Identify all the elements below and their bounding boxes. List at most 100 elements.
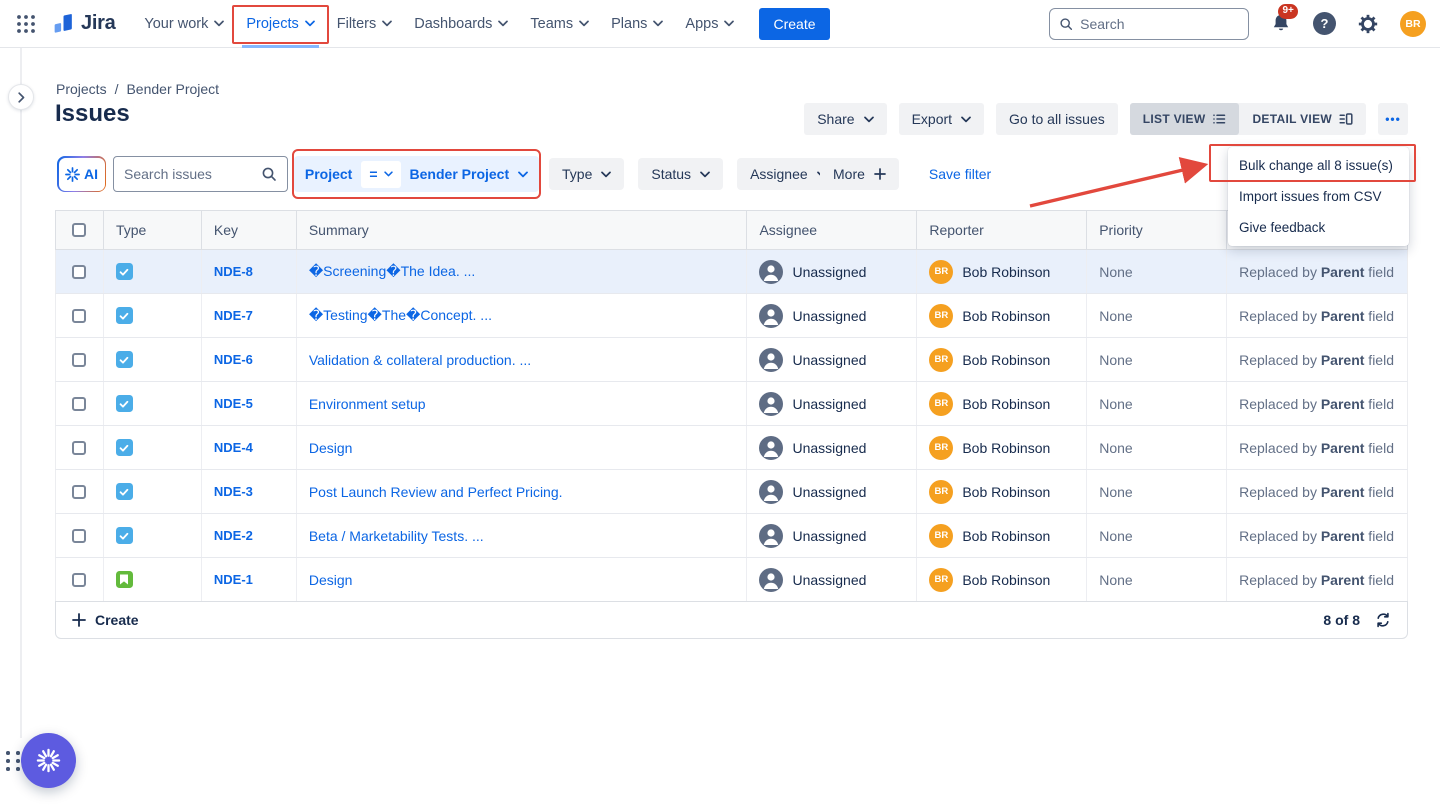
filter-chip[interactable]: Status <box>638 158 723 190</box>
nav-item[interactable]: Teams <box>519 0 600 48</box>
row-checkbox[interactable] <box>72 265 86 279</box>
save-filter-link[interactable]: Save filter <box>929 166 991 182</box>
go-to-all-issues-button[interactable]: Go to all issues <box>996 103 1118 135</box>
issue-summary-link[interactable]: Post Launch Review and Perfect Pricing. <box>309 484 563 500</box>
app-switcher-icon[interactable] <box>14 12 38 36</box>
user-avatar[interactable]: BR <box>1400 11 1426 37</box>
menu-item[interactable]: Give feedback <box>1228 212 1409 243</box>
table-row[interactable]: NDE-5 Environment setup Unassigned BR Bo… <box>55 382 1408 426</box>
table-row[interactable]: NDE-1 Design Unassigned BR Bob Robinson … <box>55 558 1408 602</box>
filter-bar: AI Project = Bender Project Type Status <box>0 150 1440 198</box>
search-icon <box>1059 16 1073 32</box>
parent-field-note: Replaced by Parent field <box>1239 308 1394 324</box>
issue-key-link[interactable]: NDE-1 <box>214 572 253 587</box>
create-button[interactable]: Create <box>759 8 829 40</box>
global-search-input[interactable] <box>1080 16 1239 32</box>
create-issue-button[interactable]: Create <box>72 612 139 628</box>
issue-summary-link[interactable]: �Screening�The Idea. ... <box>309 263 475 280</box>
row-checkbox[interactable] <box>72 441 86 455</box>
issue-summary-link[interactable]: �Testing�The�Concept. ... <box>309 307 492 324</box>
project-filter-operator[interactable]: = <box>361 161 400 188</box>
issue-key-link[interactable]: NDE-8 <box>214 264 253 279</box>
nav-item[interactable]: Apps <box>674 0 745 48</box>
row-checkbox[interactable] <box>72 309 86 323</box>
issue-summary-link[interactable]: Validation & collateral production. ... <box>309 352 531 368</box>
nav-item[interactable]: Plans <box>600 0 674 48</box>
menu-item[interactable]: Import issues from CSV <box>1228 181 1409 212</box>
filter-chip[interactable]: Type <box>549 158 624 190</box>
parent-field-note: Replaced by Parent field <box>1239 264 1394 280</box>
ai-button[interactable]: AI <box>57 156 106 192</box>
issue-type-icon <box>116 483 133 500</box>
nav-item[interactable]: Dashboards <box>403 0 519 48</box>
detail-view-tab[interactable]: DETAIL VIEW <box>1239 103 1366 135</box>
global-search[interactable] <box>1049 8 1249 40</box>
reporter-avatar: BR <box>929 260 953 284</box>
unassigned-avatar-icon <box>759 568 783 592</box>
row-checkbox[interactable] <box>72 573 86 587</box>
issue-summary-link[interactable]: Beta / Marketability Tests. ... <box>309 528 484 544</box>
row-checkbox[interactable] <box>72 397 86 411</box>
issue-key-link[interactable]: NDE-4 <box>214 440 253 455</box>
notifications-button[interactable]: 9+ <box>1269 12 1293 36</box>
list-view-icon <box>1212 112 1226 126</box>
column-header-reporter[interactable]: Reporter <box>917 211 1087 249</box>
reporter-avatar: BR <box>929 568 953 592</box>
search-issues-field[interactable] <box>113 156 288 192</box>
row-checkbox[interactable] <box>72 353 86 367</box>
more-actions-menu: Bulk change all 8 issue(s) Import issues… <box>1228 147 1409 246</box>
issue-summary-link[interactable]: Design <box>309 572 353 588</box>
column-header-assignee[interactable]: Assignee <box>747 211 917 249</box>
assignee-name: Unassigned <box>792 352 866 368</box>
jira-logo[interactable]: Jira <box>51 11 115 36</box>
chevron-right-icon <box>18 92 25 103</box>
row-checkbox[interactable] <box>72 485 86 499</box>
drag-handle-dots[interactable] <box>6 751 22 771</box>
plus-icon <box>874 168 886 180</box>
more-filters-chip[interactable]: More <box>820 158 899 190</box>
column-header-priority[interactable]: Priority <box>1087 211 1227 249</box>
issue-type-icon <box>116 395 133 412</box>
sidebar-expand-button[interactable] <box>8 84 34 110</box>
list-view-tab[interactable]: LIST VIEW <box>1130 103 1240 135</box>
menu-item[interactable]: Bulk change all 8 issue(s) <box>1228 150 1409 181</box>
breadcrumb-project-link[interactable]: Bender Project <box>126 81 219 97</box>
breadcrumb-projects-link[interactable]: Projects <box>56 81 107 97</box>
column-header-key[interactable]: Key <box>202 211 297 249</box>
issue-summary-link[interactable]: Environment setup <box>309 396 426 412</box>
more-actions-button[interactable]: ••• <box>1378 103 1408 135</box>
refresh-button[interactable] <box>1375 612 1391 628</box>
chevron-down-icon <box>214 20 224 27</box>
nav-menu: Your work Projects Filters Dashboards <box>133 0 745 48</box>
issue-key-link[interactable]: NDE-6 <box>214 352 253 367</box>
nav-item[interactable]: Filters <box>326 0 403 48</box>
table-row[interactable]: NDE-8 �Screening�The Idea. ... Unassigne… <box>55 250 1408 294</box>
annotation-box-project-filter: Project = Bender Project <box>292 149 541 199</box>
table-row[interactable]: NDE-4 Design Unassigned BR Bob Robinson … <box>55 426 1408 470</box>
table-row[interactable]: NDE-6 Validation & collateral production… <box>55 338 1408 382</box>
select-all-checkbox[interactable] <box>72 223 86 237</box>
nav-item[interactable]: Projects <box>235 0 325 48</box>
settings-gear-button[interactable] <box>1356 12 1380 36</box>
issue-key-link[interactable]: NDE-7 <box>214 308 253 323</box>
issue-summary-link[interactable]: Design <box>309 440 353 456</box>
table-row[interactable]: NDE-2 Beta / Marketability Tests. ... Un… <box>55 514 1408 558</box>
share-button[interactable]: Share <box>804 103 886 135</box>
export-button[interactable]: Export <box>899 103 984 135</box>
row-checkbox[interactable] <box>72 529 86 543</box>
issue-key-link[interactable]: NDE-5 <box>214 396 253 411</box>
column-header-type[interactable]: Type <box>104 211 202 249</box>
help-button[interactable]: ? <box>1313 12 1336 35</box>
chevron-down-icon <box>518 171 528 178</box>
column-header-summary[interactable]: Summary <box>297 211 748 249</box>
ai-assistant-fab[interactable] <box>21 733 76 788</box>
table-row[interactable]: NDE-3 Post Launch Review and Perfect Pri… <box>55 470 1408 514</box>
nav-item[interactable]: Your work <box>133 0 235 48</box>
issue-key-link[interactable]: NDE-2 <box>214 528 253 543</box>
table-header-row: Type Key Summary Assignee Reporter Prior… <box>55 210 1408 250</box>
project-filter-chip[interactable]: Project = Bender Project <box>294 156 539 192</box>
search-issues-input[interactable] <box>124 166 253 182</box>
chevron-down-icon <box>961 116 971 123</box>
issue-key-link[interactable]: NDE-3 <box>214 484 253 499</box>
table-row[interactable]: NDE-7 �Testing�The�Concept. ... Unassign… <box>55 294 1408 338</box>
